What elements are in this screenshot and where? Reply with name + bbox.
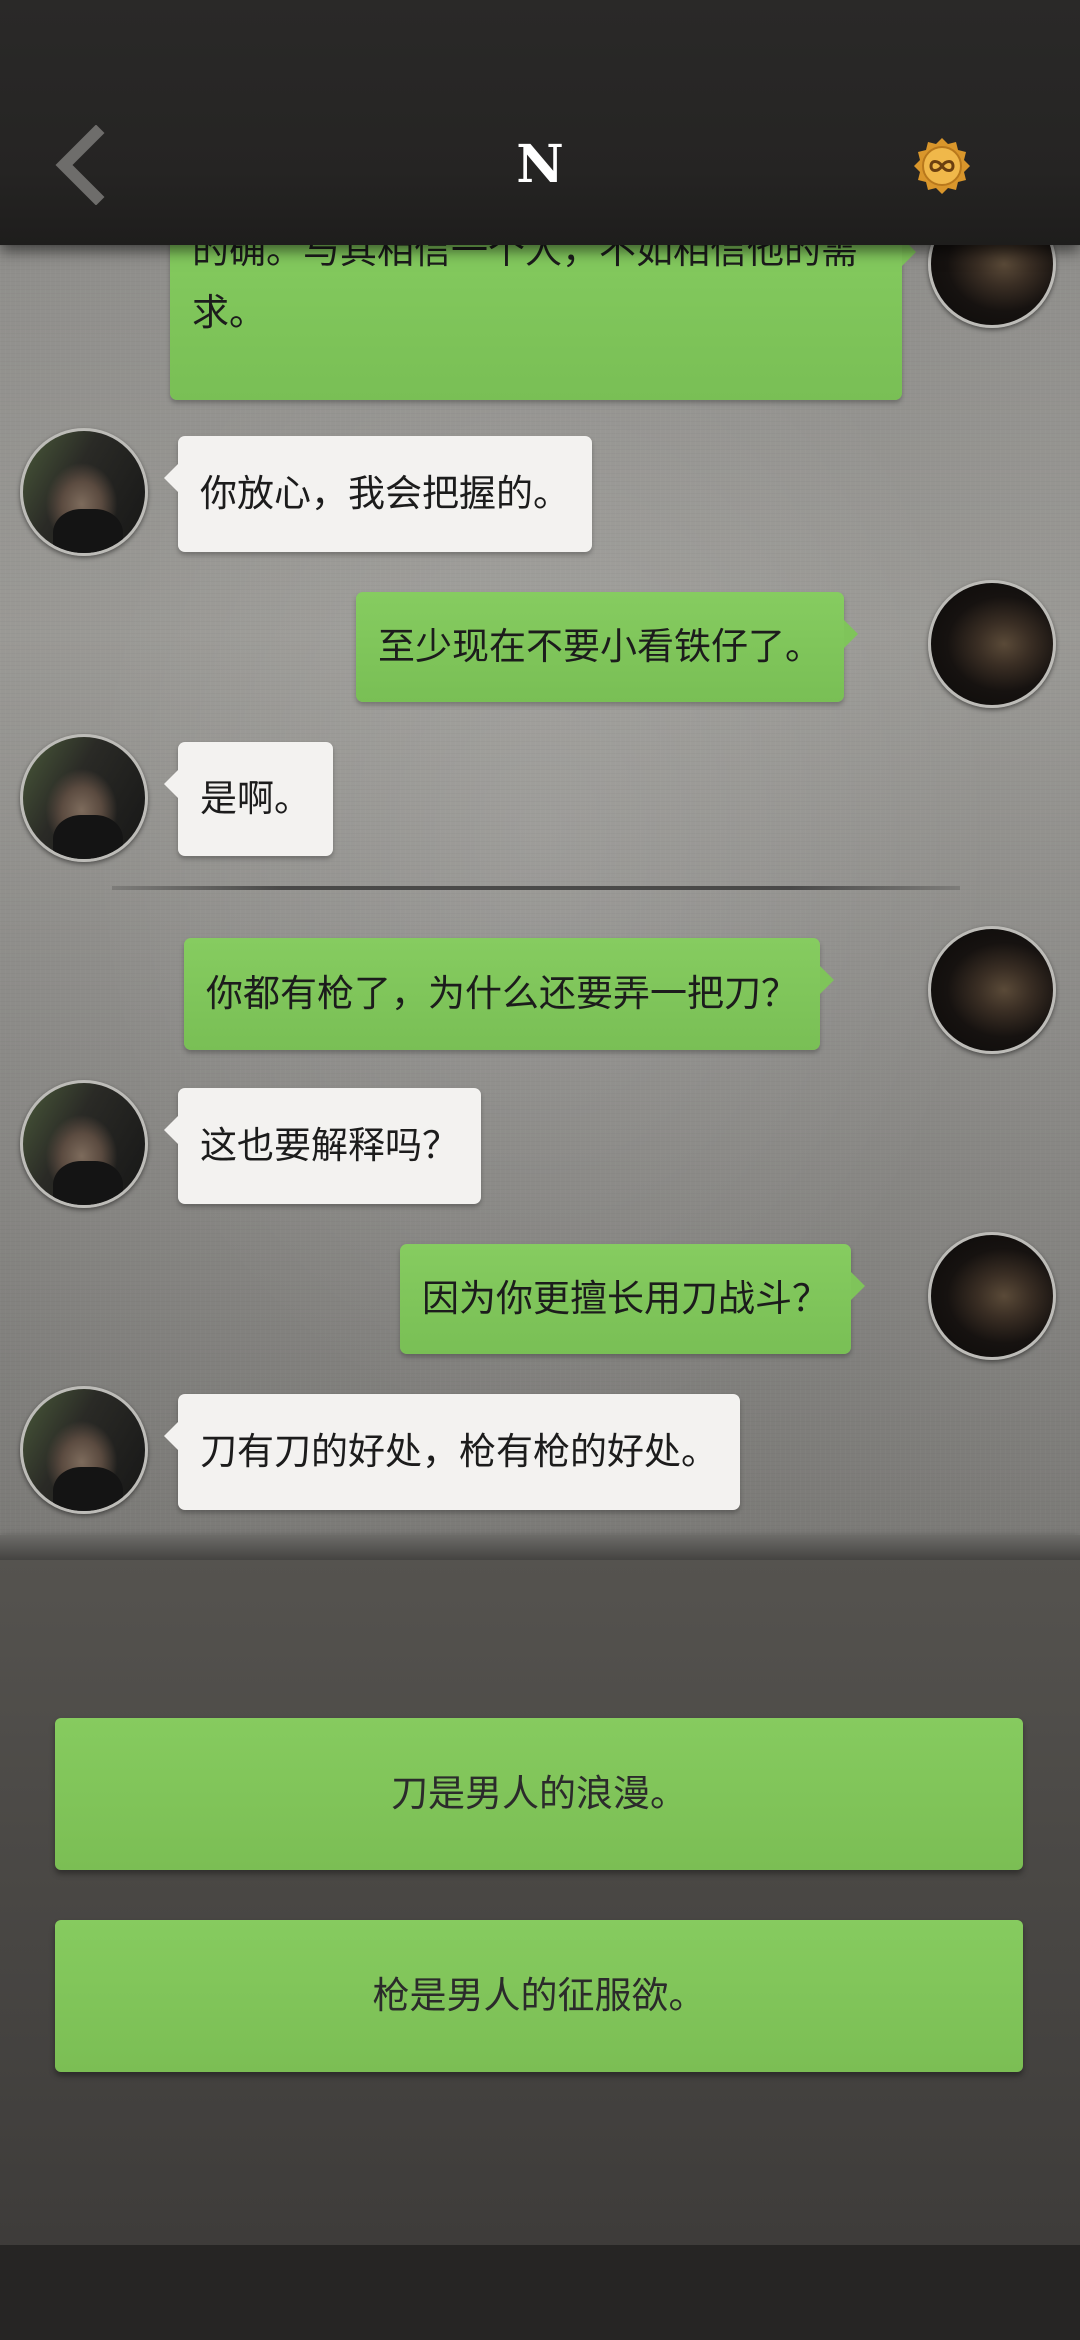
contact-avatar[interactable] — [20, 428, 148, 556]
bottom-bar — [0, 2245, 1080, 2340]
my-avatar — [928, 1232, 1056, 1360]
my-avatar — [928, 580, 1056, 708]
chat-area[interactable]: 的确。与其相信一个人，不如相信他的需求。 你放心，我会把握的。 至少现在不要小看… — [0, 240, 1080, 1550]
message-text: 你都有枪了，为什么还要弄一把刀？ — [206, 972, 798, 1015]
my-message-bubble: 你都有枪了，为什么还要弄一把刀？ — [184, 938, 834, 1050]
choice-button-2[interactable]: 枪是男人的征服欲。 — [55, 1920, 1023, 2072]
my-avatar — [928, 926, 1056, 1054]
message-text: 刀有刀的好处，枪有枪的好处。 — [200, 1430, 718, 1473]
message-text: 至少现在不要小看铁仔了。 — [378, 625, 822, 668]
contact-avatar[interactable] — [20, 734, 148, 862]
top-bar: N — [0, 0, 1080, 245]
message-text: 是啊。 — [200, 777, 311, 820]
choice-label: 枪是男人的征服欲。 — [372, 1974, 706, 2017]
contact-avatar[interactable] — [20, 1386, 148, 1514]
choice-button-1[interactable]: 刀是男人的浪漫。 — [55, 1718, 1023, 1870]
message-text: 你放心，我会把握的。 — [200, 472, 570, 515]
my-message-bubble: 因为你更擅长用刀战斗？ — [400, 1244, 865, 1354]
message-text: 因为你更擅长用刀战斗？ — [422, 1277, 829, 1320]
my-message-bubble: 的确。与其相信一个人，不如相信他的需求。 — [170, 240, 916, 400]
contact-message-bubble: 是啊。 — [164, 742, 333, 856]
message-text: 这也要解释吗？ — [200, 1124, 459, 1167]
contact-message-bubble: 刀有刀的好处，枪有枪的好处。 — [164, 1394, 740, 1510]
infinity-coin-icon — [914, 138, 970, 194]
reply-choices-panel: 刀是男人的浪漫。 枪是男人的征服欲。 — [0, 1560, 1080, 2245]
section-divider — [112, 886, 960, 890]
my-avatar — [928, 240, 1056, 328]
contact-avatar[interactable] — [20, 1080, 148, 1208]
contact-message-bubble: 你放心，我会把握的。 — [164, 436, 592, 552]
infinity-badge-button[interactable] — [912, 136, 972, 196]
contact-message-bubble: 这也要解释吗？ — [164, 1088, 481, 1204]
choice-label: 刀是男人的浪漫。 — [391, 1772, 687, 1815]
my-message-bubble: 至少现在不要小看铁仔了。 — [356, 592, 858, 702]
message-text: 的确。与其相信一个人，不如相信他的需求。 — [192, 240, 858, 334]
